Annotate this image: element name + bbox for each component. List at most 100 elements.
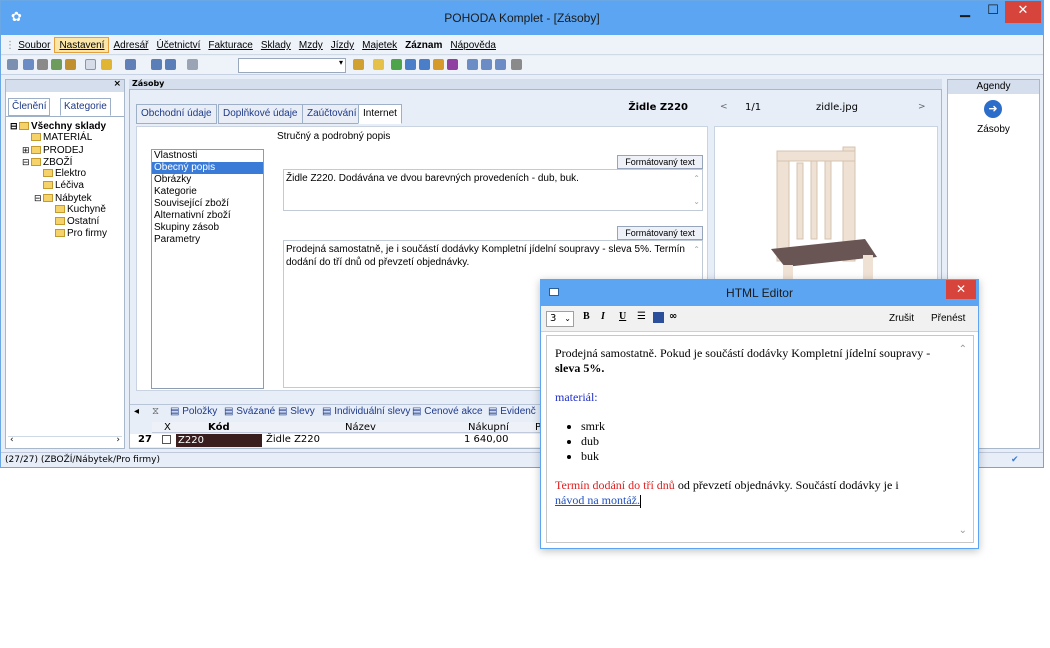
- tab-cleneni[interactable]: Členění: [8, 98, 51, 116]
- tab-0[interactable]: Obchodní údaje: [136, 104, 217, 124]
- editor-title-bar[interactable]: HTML Editor ✕: [541, 280, 978, 306]
- photo-prev-icon[interactable]: <: [720, 102, 728, 112]
- property-item[interactable]: Skupiny zásob: [152, 222, 263, 234]
- preview-icon[interactable]: [51, 59, 62, 70]
- edit-icon[interactable]: [101, 59, 112, 70]
- tree-item[interactable]: ⊟ ZBOŽÍ: [10, 156, 107, 168]
- chart-icon[interactable]: [419, 59, 430, 70]
- property-item[interactable]: Parametry: [152, 234, 263, 246]
- users-icon[interactable]: [433, 59, 444, 70]
- collapse-arrow-icon[interactable]: ◂: [134, 406, 139, 417]
- quick-search-combo[interactable]: ▾: [238, 58, 346, 73]
- detail-icon[interactable]: [495, 59, 506, 70]
- scroll-down-icon[interactable]: ⌄: [959, 523, 967, 538]
- row-checkbox[interactable]: [162, 435, 171, 444]
- table-icon[interactable]: [405, 59, 416, 70]
- menu-item-8[interactable]: Majetek: [358, 38, 401, 54]
- menu-item-10[interactable]: Nápověda: [446, 38, 500, 54]
- menu-item-5[interactable]: Sklady: [257, 38, 295, 54]
- tree-expander-icon[interactable]: ⊟: [34, 192, 43, 204]
- scroll-right-icon[interactable]: ›: [116, 435, 120, 445]
- maximize-button[interactable]: ☐: [979, 1, 1007, 23]
- row-kod[interactable]: Z220: [176, 434, 262, 447]
- photo-next-icon[interactable]: >: [918, 102, 926, 112]
- tree-item[interactable]: Léčiva: [10, 180, 107, 192]
- property-list[interactable]: Vlastnosti Obecný popis Obrázky Kategorie So…: [151, 149, 264, 389]
- agenda-icon[interactable]: [23, 59, 34, 70]
- scroll-down-icon[interactable]: ⌄: [693, 195, 700, 208]
- scroll-up-icon[interactable]: ⌃: [959, 342, 967, 357]
- close-icon[interactable]: ×: [113, 79, 121, 89]
- menu-item-4[interactable]: Fakturace: [204, 38, 256, 54]
- transfer-button[interactable]: Přenést: [931, 313, 965, 324]
- bold-button[interactable]: B: [583, 311, 590, 322]
- tree-expander-icon[interactable]: ⊟: [22, 156, 31, 168]
- tab-2[interactable]: Zaúčtování: [302, 104, 362, 124]
- tree-item[interactable]: Pro firmy: [10, 228, 107, 240]
- italic-button[interactable]: I: [601, 311, 605, 322]
- bottom-tab-2[interactable]: ▤ Slevy: [278, 406, 315, 417]
- title-bar[interactable]: ✿ POHODA Komplet - [Zásoby] ▁ ☐ ✕: [1, 1, 1043, 35]
- tree-expander-icon[interactable]: ⊞: [22, 144, 31, 156]
- editor-content[interactable]: Prodejná samostatně. Pokud je součástí d…: [546, 335, 974, 543]
- property-item[interactable]: Obrázky: [152, 174, 263, 186]
- barcode-icon[interactable]: [447, 59, 458, 70]
- zasoby-agenda-icon[interactable]: ➜: [984, 100, 1002, 118]
- form-icon[interactable]: [467, 59, 478, 70]
- bottom-tab-3[interactable]: ▤ Individuální slevy: [322, 406, 410, 417]
- property-item[interactable]: Obecný popis: [152, 162, 263, 174]
- short-description-field[interactable]: Židle Z220. Dodávána ve dvou barevných p…: [283, 169, 703, 211]
- font-size-select[interactable]: 3 ⌄: [546, 311, 574, 327]
- nav-arrows-icon[interactable]: [125, 59, 136, 70]
- menu-item-0[interactable]: Soubor: [14, 38, 54, 54]
- tools-icon[interactable]: [511, 59, 522, 70]
- bottom-tab-5[interactable]: ▤ Evidenč: [488, 406, 536, 417]
- bottom-tab-1[interactable]: ▤ Svázané: [224, 406, 275, 417]
- tab-1[interactable]: Doplňkové údaje: [218, 104, 303, 124]
- assembly-link[interactable]: návod na montáž.: [555, 493, 640, 507]
- save-all-icon[interactable]: [165, 59, 176, 70]
- menu-item-3[interactable]: Účetnictví: [152, 38, 204, 54]
- tree-expander-icon[interactable]: ⊟: [10, 120, 19, 132]
- col-header-x[interactable]: X: [164, 422, 171, 433]
- col-header-nazev[interactable]: Název: [345, 422, 376, 433]
- menu-item-7[interactable]: Jízdy: [327, 38, 358, 54]
- scroll-up-icon[interactable]: ⌃: [693, 243, 700, 256]
- new-document-icon[interactable]: [85, 59, 96, 70]
- editor-close-button[interactable]: ✕: [946, 280, 976, 299]
- list-icon[interactable]: [481, 59, 492, 70]
- menu-item-9[interactable]: Záznam: [401, 38, 446, 54]
- folder-icon[interactable]: [373, 59, 384, 70]
- menu-item-6[interactable]: Mzdy: [295, 38, 327, 54]
- scroll-up-icon[interactable]: ⌃: [693, 172, 700, 185]
- menu-item-1[interactable]: Nastavení: [54, 37, 110, 53]
- formatted-text-button-short[interactable]: Formátovaný text: [617, 155, 703, 169]
- property-item[interactable]: Vlastnosti: [152, 150, 263, 162]
- bottom-tab-4[interactable]: ▤ Cenové akce: [412, 406, 483, 417]
- tab-3[interactable]: Internet: [358, 104, 402, 124]
- tree-item[interactable]: ⊞ PRODEJ: [10, 144, 107, 156]
- link-icon[interactable]: ∞: [669, 311, 677, 322]
- formatted-text-button-long[interactable]: Formátovaný text: [617, 226, 703, 240]
- menu-item-2[interactable]: Adresář: [109, 38, 152, 54]
- green-arrow-icon[interactable]: [391, 59, 402, 70]
- horizontal-scrollbar[interactable]: ‹ ›: [8, 435, 122, 448]
- bullet-list-icon[interactable]: ☰: [637, 311, 646, 322]
- save-icon[interactable]: [151, 59, 162, 70]
- minimize-button[interactable]: ▁: [951, 1, 979, 23]
- tree-item[interactable]: Ostatní: [10, 216, 107, 228]
- property-item[interactable]: Alternativní zboží: [152, 210, 263, 222]
- property-item[interactable]: Kategorie: [152, 186, 263, 198]
- cancel-button[interactable]: Zrušit: [889, 313, 914, 324]
- row-nazev[interactable]: Židle Z220: [266, 434, 320, 445]
- scroll-left-icon[interactable]: ‹: [10, 435, 14, 445]
- underline-button[interactable]: U: [619, 311, 626, 322]
- report-icon[interactable]: [65, 59, 76, 70]
- color-picker-icon[interactable]: [653, 312, 664, 323]
- close-button[interactable]: ✕: [1005, 1, 1041, 23]
- col-header-nakupni[interactable]: Nákupní: [468, 422, 509, 433]
- tree-item[interactable]: Kuchyně: [10, 204, 107, 216]
- tree-item[interactable]: ⊟ Všechny sklady: [10, 120, 107, 132]
- tree-item[interactable]: MATERIÁL: [10, 132, 107, 144]
- print-icon[interactable]: [37, 59, 48, 70]
